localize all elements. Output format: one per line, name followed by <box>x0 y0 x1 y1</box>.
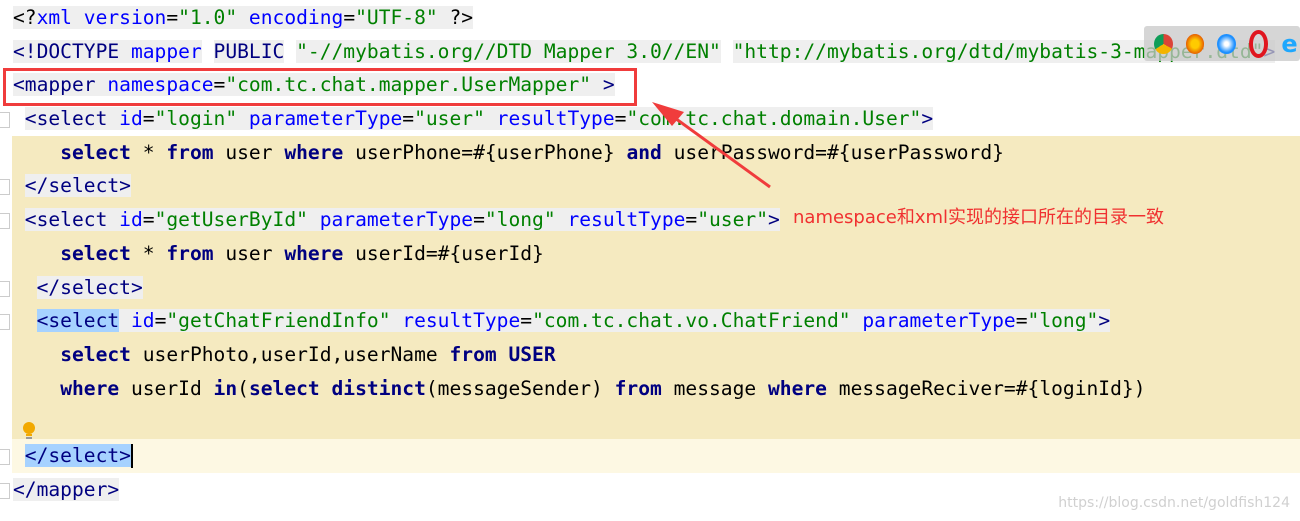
opera-icon[interactable] <box>1249 29 1269 58</box>
firefox-icon[interactable] <box>1185 33 1205 54</box>
watermark: https://blog.csdn.net/goldfish124 <box>1058 495 1290 511</box>
safari-icon[interactable] <box>1217 33 1237 54</box>
annotation-arrow <box>652 102 771 189</box>
browser-preview-bar: e <box>1144 26 1300 61</box>
ie-icon[interactable]: e <box>1281 32 1300 56</box>
annotation-text: namespace和xml实现的接口所在的目录一致 <box>793 207 1165 228</box>
chrome-icon[interactable] <box>1154 33 1173 54</box>
